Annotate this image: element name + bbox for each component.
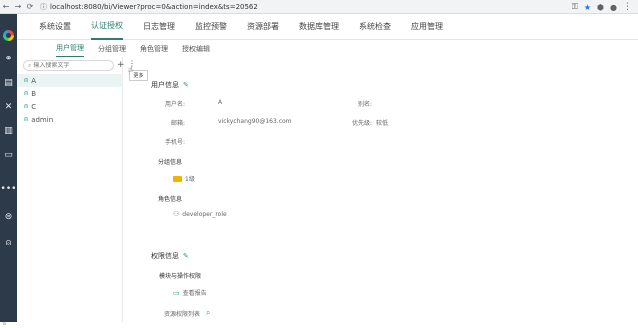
group-entry: 1级 [173, 174, 195, 183]
tab-auth-edit[interactable]: 授权编辑 [182, 40, 210, 57]
group-name: 1级 [185, 176, 195, 183]
top-nav: 系统设置 认证授权 日志管理 监控预警 资源部署 数据库管理 系统检查 应用管理 [17, 14, 638, 40]
user-icon: ⍝ [24, 102, 29, 110]
module-name: 查看报告 [182, 290, 207, 297]
left-rail: ⚭ ▤ ✕ ▥ ▭ ••• ⊜ ⍝ » [0, 14, 17, 328]
email-label: 邮箱: [170, 120, 185, 127]
module-permission-title: 模块与操作权限 [159, 273, 202, 280]
expand-icon[interactable]: » [2, 319, 7, 328]
email-value: vickychang90@163.com [218, 118, 292, 125]
lock-icon[interactable]: ⊜ [0, 210, 17, 224]
folder-icon [173, 175, 182, 182]
group-info-title: 分组信息 [158, 159, 183, 166]
alias-label: 别名: [357, 101, 372, 108]
search-icon: ⌕ [28, 61, 32, 69]
user-detail: 用户信息 ✎ 用户名: A 别名: 邮箱: vickychang90@163.c… [123, 57, 638, 322]
tab-group-management[interactable]: 分组管理 [98, 40, 126, 57]
tab-deploy[interactable]: 资源部署 [247, 14, 279, 40]
module-entry: ▭ 查看报告 [173, 288, 207, 298]
tab-logs[interactable]: 日志管理 [143, 14, 175, 40]
tab-database[interactable]: 数据库管理 [299, 14, 339, 40]
resource-permission-row: 资源权限列表 ⌕ [164, 308, 211, 318]
bar-chart-icon[interactable]: ▥ [0, 124, 17, 138]
username-label: 用户名: [164, 101, 185, 108]
search-box[interactable]: ⌕ [23, 60, 114, 71]
user-list: ⍝ A ⍝ B ⍝ C ⍝ admin [17, 74, 123, 126]
network-icon[interactable]: ✕ [0, 100, 17, 114]
tab-user-management[interactable]: 用户管理 [56, 40, 84, 57]
tab-app-management[interactable]: 应用管理 [411, 14, 443, 40]
list-item[interactable]: ⍝ C [17, 100, 123, 113]
user-name: admin [31, 115, 54, 124]
forward-icon[interactable]: → [12, 1, 24, 13]
user-name: A [31, 76, 36, 85]
resource-permission-title: 资源权限列表 [164, 310, 201, 318]
tab-monitor[interactable]: 监控预警 [195, 14, 227, 40]
url-text[interactable]: localhost:8080/bi/Viewer?proc=0&action=i… [50, 3, 258, 11]
username-value: A [218, 99, 223, 106]
reload-icon[interactable]: ⟳ [24, 1, 36, 13]
hand-cursor-icon: ☝ [128, 65, 133, 74]
sub-nav: 用户管理 分组管理 角色管理 授权编辑 [17, 40, 638, 57]
info-icon[interactable]: ⓘ [40, 2, 47, 12]
user-info-label: 用户信息 [151, 81, 179, 89]
priority-value: 较低 [376, 120, 389, 127]
tab-auth[interactable]: 认证授权 [91, 14, 123, 40]
search-icon[interactable]: ⌕ [206, 308, 210, 318]
list-item[interactable]: ⍝ admin [17, 113, 123, 126]
user-icon: ⍝ [24, 76, 29, 84]
role-info-title: 角色信息 [158, 196, 183, 203]
user-list-panel: ⌕ + ⋮ ☝ 更多 ⍝ A ⍝ B ⍝ C ⍝ admin [17, 57, 148, 322]
star-icon[interactable]: ★ [584, 3, 591, 12]
more-icon[interactable]: ••• [0, 182, 17, 196]
account-icon[interactable]: ● [610, 3, 617, 12]
permission-info-title: 权限信息 ✎ [151, 251, 189, 261]
browser-actions: ⚿ ★ ⬢ ● ⋮ [572, 2, 632, 12]
address-bar[interactable]: ⓘ localhost:8080/bi/Viewer?proc=0&action… [40, 2, 258, 12]
tab-system-check[interactable]: 系统检查 [359, 14, 391, 40]
list-item[interactable]: ⍝ B [17, 87, 123, 100]
permission-info-label: 权限信息 [151, 252, 179, 260]
extension-icon[interactable]: ⬢ [597, 3, 604, 12]
logo-icon [3, 29, 14, 41]
list-item[interactable]: ⍝ A [17, 74, 123, 87]
user-icon: ⍝ [24, 89, 29, 97]
phone-label: 手机号: [164, 139, 185, 146]
key-icon[interactable]: ⚿ [572, 2, 578, 12]
user-info-title: 用户信息 ✎ [151, 80, 189, 90]
role-name: developer_role [182, 210, 227, 218]
tab-role-management[interactable]: 角色管理 [140, 40, 168, 57]
role-entry: ⚇ developer_role [173, 210, 227, 218]
card-icon[interactable]: ▤ [0, 76, 17, 90]
user-icon[interactable]: ⍝ [0, 236, 17, 250]
back-icon[interactable]: ← [0, 1, 12, 13]
user-icon: ⍝ [24, 115, 29, 123]
role-icon: ⚇ [173, 210, 180, 218]
edit-icon[interactable]: ✎ [183, 81, 189, 89]
browser-toolbar: ← → ⟳ ⓘ localhost:8080/bi/Viewer?proc=0&… [0, 0, 638, 14]
monitor-icon[interactable]: ▭ [0, 148, 17, 162]
edit-icon[interactable]: ✎ [183, 252, 189, 260]
tab-system-settings[interactable]: 系统设置 [39, 14, 71, 40]
search-input[interactable] [33, 62, 104, 69]
user-name: C [31, 102, 37, 111]
priority-label: 优先级: [351, 120, 372, 127]
link-icon[interactable]: ⚭ [0, 52, 17, 66]
report-icon: ▭ [173, 288, 180, 297]
browser-menu-icon[interactable]: ⋮ [623, 2, 632, 12]
app-logo[interactable] [0, 28, 17, 42]
user-name: B [31, 89, 37, 98]
